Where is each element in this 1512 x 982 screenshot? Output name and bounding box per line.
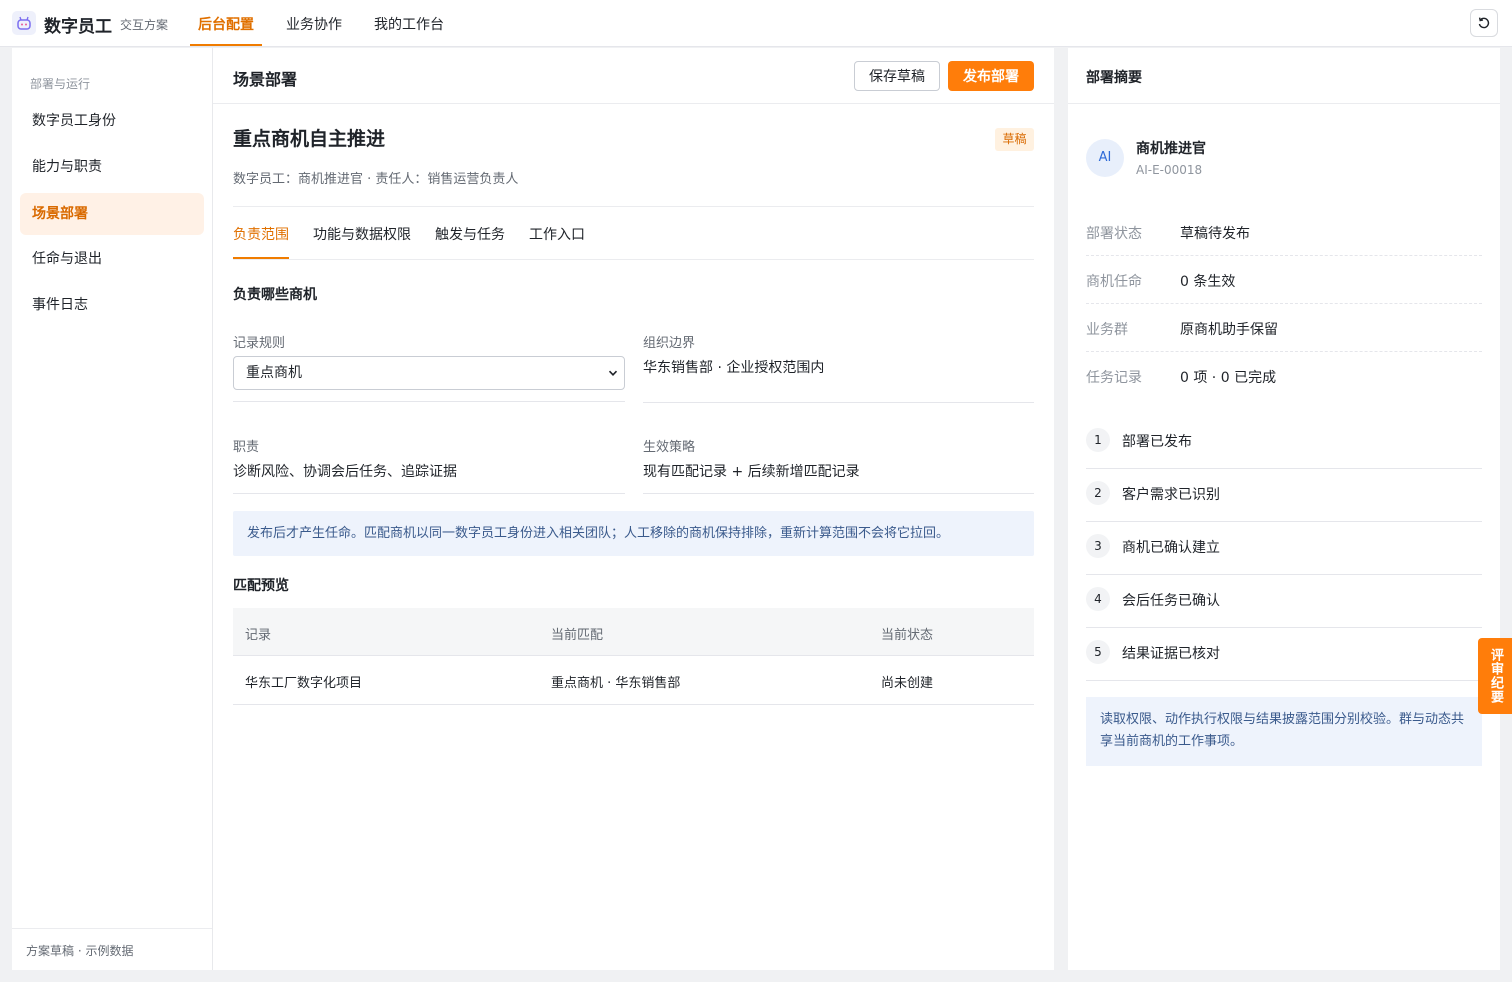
chevron-down-icon — [608, 370, 618, 376]
refresh-button[interactable] — [1470, 9, 1498, 37]
publish-notice: 发布后才产生任命。匹配商机以同一数字员工身份进入相关团队；人工移除的商机保持排除… — [233, 511, 1034, 556]
section-title-scope: 负责哪些商机 — [233, 287, 317, 303]
robot-logo-icon — [12, 11, 36, 35]
info-key: 业务群 — [1086, 322, 1128, 338]
summary-header: 部署摘要 — [1068, 48, 1500, 104]
step-item: 4 会后任务已确认 — [1086, 575, 1482, 628]
field-divider — [643, 493, 1034, 494]
table-header: 记录 当前匹配 当前状态 — [233, 608, 1034, 656]
step-number: 4 — [1086, 587, 1110, 611]
tab-work-entry[interactable]: 工作入口 — [529, 224, 585, 244]
org-boundary-label: 组织边界 — [643, 336, 696, 351]
step-label: 客户需求已识别 — [1122, 487, 1220, 503]
info-row-task-records: 任务记录 0 项 · 0 已完成 — [1086, 352, 1482, 400]
policy-value: 现有匹配记录 + 后续新增匹配记录 — [643, 464, 860, 480]
main-header: 场景部署 保存草稿 发布部署 — [213, 48, 1054, 104]
step-item: 3 商机已确认建立 — [1086, 522, 1482, 575]
page-title: 场景部署 — [233, 70, 298, 89]
column-header-record: 记录 — [245, 628, 272, 643]
info-row-deploy-status: 部署状态 草稿待发布 — [1086, 208, 1482, 256]
info-row-appointment: 商机任命 0 条生效 — [1086, 256, 1482, 304]
record-rule-label: 记录规则 — [233, 336, 286, 351]
publish-deploy-button[interactable]: 发布部署 — [948, 61, 1034, 91]
cell-record: 华东工厂数字化项目 — [245, 676, 363, 691]
summary-panel: 部署摘要 AI 商机推进官 AI-E-00018 部署状态 草稿待发布 商机任命… — [1068, 48, 1500, 970]
refresh-icon — [1478, 17, 1490, 29]
nav-business-collab[interactable]: 业务协作 — [286, 14, 342, 34]
step-number: 1 — [1086, 428, 1110, 452]
duty-value: 诊断风险、协调会后任务、追踪证据 — [233, 464, 457, 480]
step-item: 2 客户需求已识别 — [1086, 469, 1482, 522]
sidebar-item-event-log[interactable]: 事件日志 — [20, 284, 204, 326]
table-row[interactable]: 华东工厂数字化项目 重点商机 · 华东销售部 尚未创建 — [233, 656, 1034, 705]
field-divider — [643, 402, 1034, 403]
nav-my-workbench[interactable]: 我的工作台 — [374, 14, 444, 34]
info-key: 部署状态 — [1086, 226, 1142, 242]
step-label: 结果证据已核对 — [1122, 646, 1220, 662]
column-header-match: 当前匹配 — [551, 628, 604, 643]
step-number: 2 — [1086, 481, 1110, 505]
info-key: 任务记录 — [1086, 370, 1142, 386]
step-label: 部署已发布 — [1122, 434, 1192, 450]
sidebar-footer: 方案草稿 · 示例数据 — [12, 928, 212, 970]
employee-id: AI-E-00018 — [1136, 163, 1203, 177]
tab-permissions[interactable]: 功能与数据权限 — [313, 224, 411, 244]
summary-title: 部署摘要 — [1086, 70, 1142, 86]
info-value: 0 项 · 0 已完成 — [1180, 370, 1277, 386]
column-header-status: 当前状态 — [881, 628, 934, 643]
sidebar-item-appointment[interactable]: 任命与退出 — [20, 238, 204, 280]
policy-label: 生效策略 — [643, 440, 696, 455]
app-title: 数字员工 — [44, 17, 112, 37]
scene-meta: 数字员工：商机推进官 · 责任人：销售运营负责人 — [233, 172, 519, 187]
sidebar: 部署与运行 数字员工身份 能力与职责 场景部署 任命与退出 事件日志 方案草稿 … — [12, 48, 213, 970]
section-title-preview: 匹配预览 — [233, 578, 289, 594]
field-divider — [233, 401, 625, 402]
sidebar-item-identity[interactable]: 数字员工身份 — [20, 100, 204, 142]
step-label: 会后任务已确认 — [1122, 593, 1220, 609]
info-value: 0 条生效 — [1180, 274, 1236, 290]
permission-note: 读取权限、动作执行权限与结果披露范围分别校验。群与动态共享当前商机的工作事项。 — [1086, 697, 1482, 766]
sidebar-item-scene-deploy[interactable]: 场景部署 — [20, 193, 204, 235]
review-notes-tab[interactable]: 评审纪要 — [1478, 638, 1512, 714]
save-draft-button[interactable]: 保存草稿 — [854, 61, 940, 91]
org-boundary-value: 华东销售部 · 企业授权范围内 — [643, 360, 825, 376]
duty-label: 职责 — [233, 440, 260, 455]
step-item: 1 部署已发布 — [1086, 416, 1482, 469]
record-rule-select[interactable]: 重点商机 — [233, 356, 625, 390]
record-rule-value: 重点商机 — [246, 365, 302, 381]
tabs-divider — [233, 259, 1034, 260]
divider — [233, 206, 1034, 207]
app-subtitle: 交互方案 — [120, 18, 169, 32]
info-value: 草稿待发布 — [1180, 226, 1250, 242]
cell-match: 重点商机 · 华东销售部 — [551, 676, 681, 691]
step-number: 3 — [1086, 534, 1110, 558]
avatar: AI — [1086, 139, 1124, 177]
info-row-business-group: 业务群 原商机助手保留 — [1086, 304, 1482, 352]
scene-title: 重点商机自主推进 — [233, 128, 386, 150]
main-panel: 场景部署 保存草稿 发布部署 重点商机自主推进 草稿 数字员工：商机推进官 · … — [213, 48, 1054, 970]
status-badge: 草稿 — [995, 128, 1034, 151]
info-value: 原商机助手保留 — [1180, 322, 1278, 338]
step-number: 5 — [1086, 640, 1110, 664]
sidebar-item-capability[interactable]: 能力与职责 — [20, 146, 204, 188]
info-key: 商机任命 — [1086, 274, 1142, 290]
sidebar-footer-text: 方案草稿 · 示例数据 — [26, 944, 134, 958]
employee-name: 商机推进官 — [1136, 141, 1206, 157]
cell-status: 尚未创建 — [881, 676, 934, 691]
tab-triggers[interactable]: 触发与任务 — [435, 224, 505, 244]
nav-backend-config[interactable]: 后台配置 — [198, 14, 254, 34]
step-label: 商机已确认建立 — [1122, 540, 1220, 556]
field-divider — [233, 493, 625, 494]
step-item: 5 结果证据已核对 — [1086, 628, 1482, 681]
tab-scope[interactable]: 负责范围 — [233, 224, 289, 244]
top-bar: 数字员工 交互方案 后台配置 业务协作 我的工作台 — [0, 0, 1512, 47]
nav-active-underline — [190, 44, 262, 46]
sidebar-group-label: 部署与运行 — [30, 77, 91, 91]
